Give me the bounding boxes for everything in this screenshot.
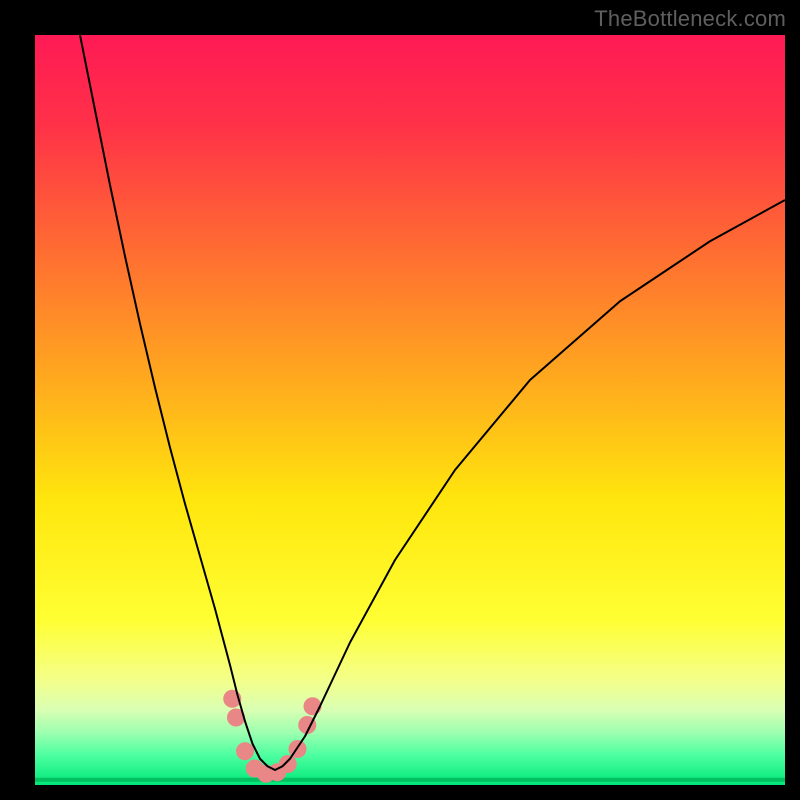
outer-frame: TheBottleneck.com bbox=[0, 0, 800, 800]
plot-area bbox=[35, 35, 785, 785]
chart-svg bbox=[35, 35, 785, 785]
highlight-dot bbox=[236, 742, 254, 760]
watermark-text: TheBottleneck.com bbox=[594, 6, 786, 32]
highlight-dot bbox=[304, 697, 322, 715]
curve-layer bbox=[80, 35, 785, 770]
bottleneck-curve bbox=[80, 35, 785, 770]
highlight-dot bbox=[279, 755, 297, 773]
